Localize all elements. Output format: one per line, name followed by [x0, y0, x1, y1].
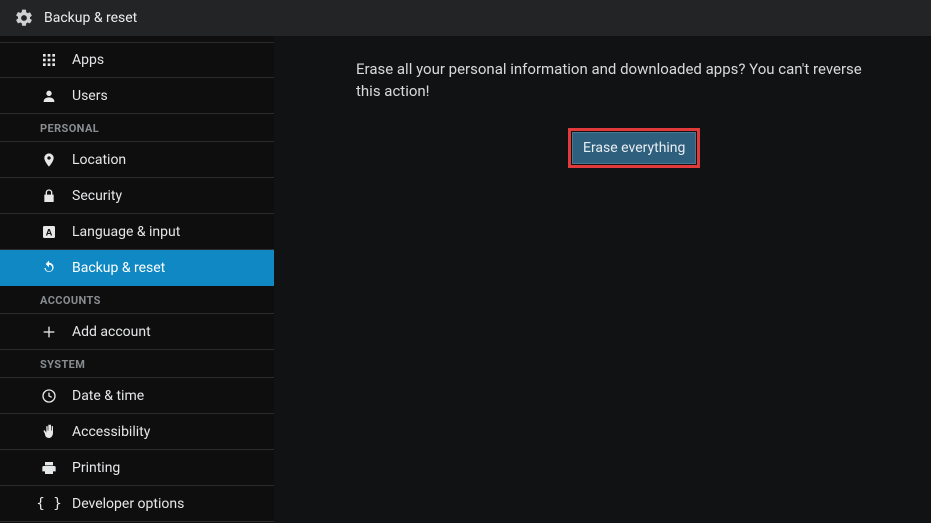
sidebar-item-language-input[interactable]: A Language & input — [0, 214, 274, 250]
sidebar-item-label: Location — [72, 152, 126, 168]
sidebar-item-label: Accessibility — [72, 424, 150, 440]
sidebar-item-label: Users — [72, 88, 108, 104]
erase-everything-button[interactable]: Erase everything — [572, 132, 696, 164]
sidebar-item-location[interactable]: Location — [0, 142, 274, 178]
sidebar-item-date-time[interactable]: Date & time — [0, 378, 274, 414]
sidebar-item-label: Add account — [72, 324, 151, 340]
language-icon: A — [40, 223, 58, 241]
lock-icon — [40, 187, 58, 205]
sidebar-item-label: Backup & reset — [72, 260, 165, 276]
sidebar-item-label: Printing — [72, 460, 120, 476]
settings-gear-icon — [14, 8, 34, 28]
erase-everything-highlight: Erase everything — [568, 128, 700, 168]
plus-icon — [40, 323, 58, 341]
settings-sidebar: Apps Users PERSONAL Location Security A — [0, 36, 274, 523]
restore-icon — [40, 259, 58, 277]
sidebar-item-users[interactable]: Users — [0, 78, 274, 114]
sidebar-item-label: Security — [72, 188, 122, 204]
sidebar-section-accounts: ACCOUNTS — [0, 286, 274, 314]
sidebar-item-label: Date & time — [72, 388, 144, 404]
sidebar-item-accessibility[interactable]: Accessibility — [0, 414, 274, 450]
location-icon — [40, 151, 58, 169]
sidebar-item-add-account[interactable]: Add account — [0, 314, 274, 350]
apps-icon — [40, 51, 58, 69]
sidebar-item-security[interactable]: Security — [0, 178, 274, 214]
app-header: Backup & reset — [0, 0, 931, 36]
braces-icon: { } — [40, 495, 58, 513]
clock-icon — [40, 387, 58, 405]
sidebar-item-printing[interactable]: Printing — [0, 450, 274, 486]
sidebar-item-developer-options[interactable]: { } Developer options — [0, 486, 274, 522]
printer-icon — [40, 459, 58, 477]
content-pane: Erase all your personal information and … — [274, 36, 931, 523]
sidebar-item-label: Developer options — [72, 496, 184, 512]
users-icon — [40, 87, 58, 105]
hand-icon — [40, 423, 58, 441]
header-title: Backup & reset — [44, 10, 137, 26]
sidebar-item-label: Apps — [72, 52, 104, 68]
sidebar-section-system: SYSTEM — [0, 350, 274, 378]
erase-warning-text: Erase all your personal information and … — [356, 58, 875, 102]
sidebar-item-apps[interactable]: Apps — [0, 42, 274, 78]
svg-text:A: A — [46, 227, 53, 237]
sidebar-section-personal: PERSONAL — [0, 114, 274, 142]
sidebar-item-backup-reset[interactable]: Backup & reset — [0, 250, 274, 286]
sidebar-item-label: Language & input — [72, 224, 180, 240]
